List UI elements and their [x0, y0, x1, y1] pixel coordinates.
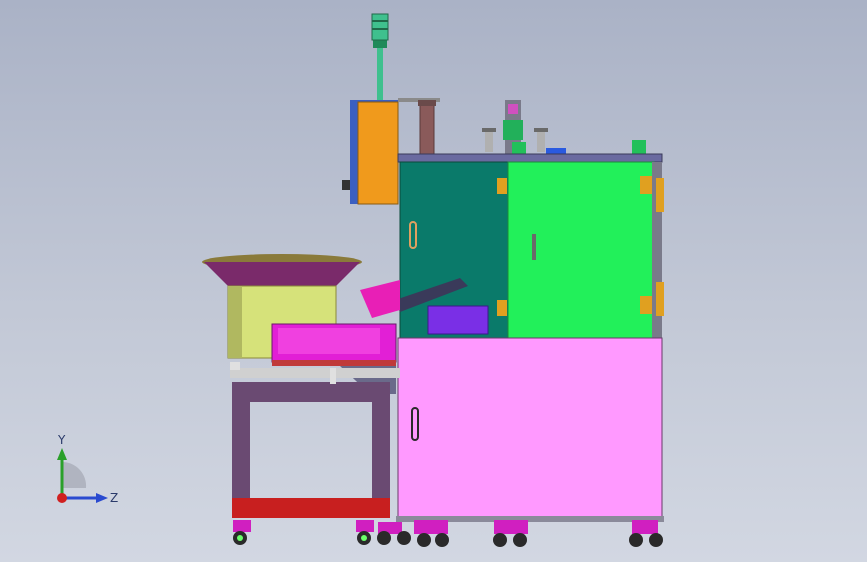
y-axis-label: Y — [57, 433, 66, 447]
upper-right-panel — [507, 161, 664, 339]
lower-cabinet — [396, 337, 664, 522]
casters — [233, 520, 663, 547]
cad-viewport[interactable]: Y Z — [0, 0, 867, 562]
top-plate — [397, 153, 663, 163]
top-mechanism — [482, 100, 646, 154]
signal-tower — [371, 13, 389, 100]
axis-triad: Y Z — [57, 433, 118, 505]
z-axis-label: Z — [110, 491, 118, 505]
machine-model[interactable] — [0, 0, 867, 562]
lift-cylinder — [418, 100, 436, 159]
feeder-stand — [230, 362, 400, 518]
origin-point — [57, 493, 67, 503]
